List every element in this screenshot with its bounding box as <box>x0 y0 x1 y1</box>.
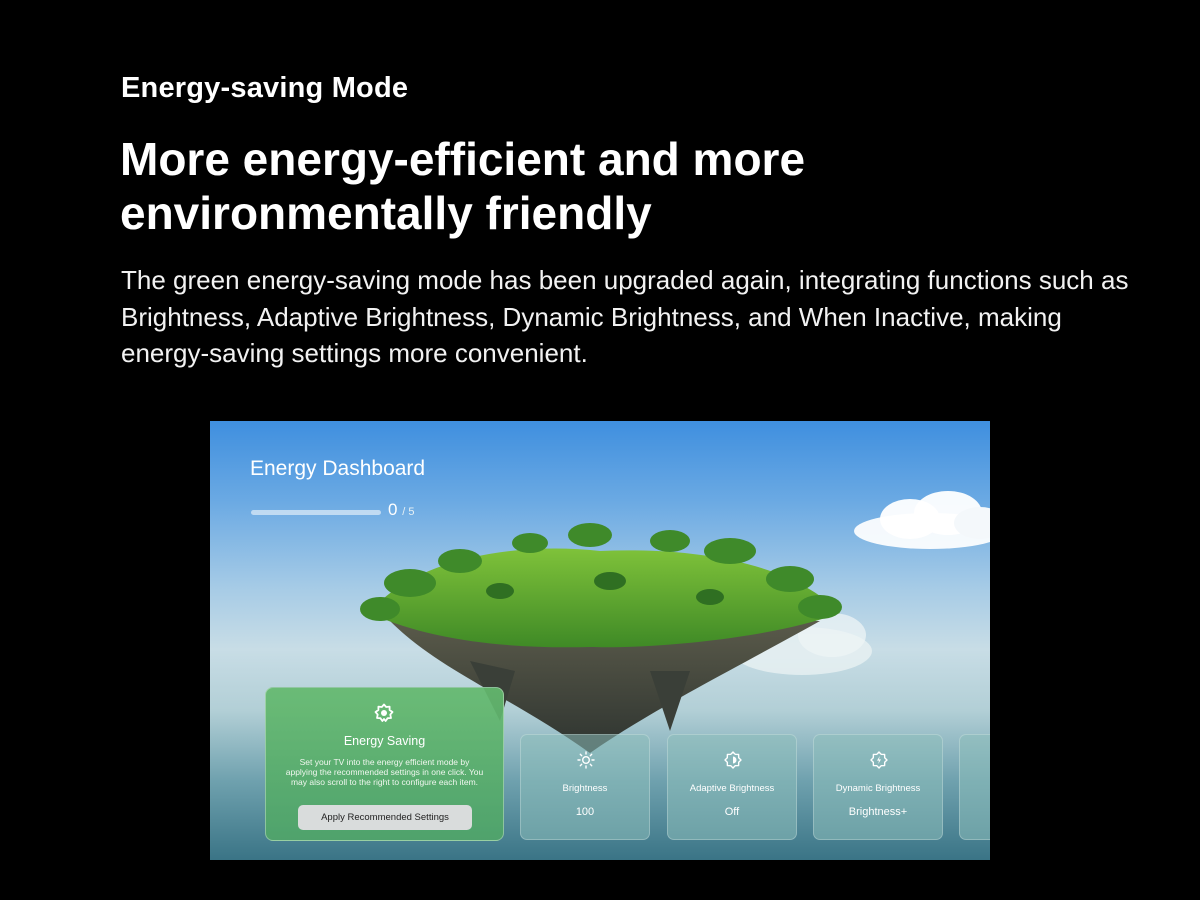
card-value: Brightness+ <box>848 806 908 818</box>
section-eyebrow: Energy-saving Mode <box>121 72 409 104</box>
progress-done: 0 <box>388 500 398 519</box>
energy-saving-description: Set your TV into the energy efficient mo… <box>285 757 484 787</box>
apply-recommended-settings-button[interactable]: Apply Recommended Settings <box>298 805 472 830</box>
dynamic-brightness-card[interactable]: Dynamic Brightness Brightness+ <box>813 734 943 840</box>
progress-total: / 5 <box>402 506 415 518</box>
adaptive-brightness-icon <box>724 751 742 769</box>
brightness-icon <box>577 751 595 769</box>
card-label: Brightness <box>562 783 608 794</box>
progress-bar <box>251 510 381 515</box>
energy-saving-card[interactable]: Energy Saving Set your TV into the energ… <box>265 687 504 841</box>
dynamic-brightness-icon <box>870 751 888 769</box>
tv-screen: Energy Dashboard 0 / 5 Energy Saving Set… <box>210 421 990 860</box>
page-headline: More energy-efficient and more environme… <box>120 133 806 239</box>
progress-count: 0 / 5 <box>388 500 414 520</box>
feature-description: The green energy-saving mode has been up… <box>121 265 1129 368</box>
energy-saving-title: Energy Saving <box>343 734 426 748</box>
card-value: 100 <box>575 806 595 818</box>
next-setting-card[interactable] <box>959 734 990 840</box>
brightness-card[interactable]: Brightness 100 <box>520 734 650 840</box>
adaptive-brightness-card[interactable]: Adaptive Brightness Off <box>667 734 797 840</box>
dashboard-title: Energy Dashboard <box>250 457 426 480</box>
card-label: Adaptive Brightness <box>689 783 775 794</box>
card-value: Off <box>724 806 740 818</box>
cloud-image <box>854 491 990 549</box>
energy-saving-icon <box>374 703 394 722</box>
card-label: Dynamic Brightness <box>835 783 921 794</box>
